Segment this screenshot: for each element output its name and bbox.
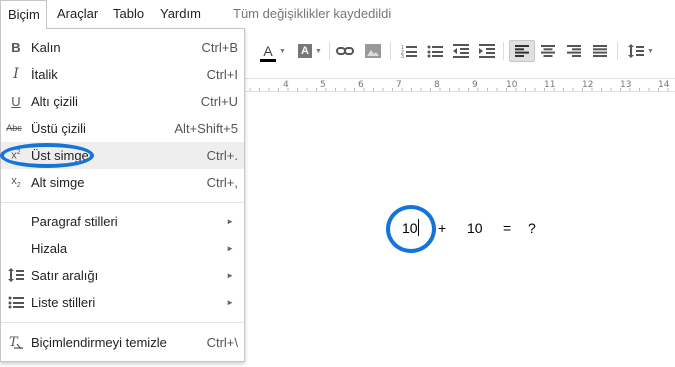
line-spacing-button[interactable]: ▼ [624, 40, 658, 62]
doc-token: 10 [467, 220, 483, 236]
underline-icon: U [11, 93, 21, 109]
menu-item-clear-formatting[interactable]: T Biçimlendirmeyi temizle Ctrl+\ [1, 329, 244, 356]
menu-item-label: Hizala [31, 241, 68, 256]
menu-item-label: Üstü çizili [31, 121, 86, 136]
submenu-arrow-icon: ► [226, 298, 234, 307]
menu-item-paragraph-styles[interactable]: Paragraf stilleri ► [1, 208, 244, 235]
menu-item-label: Satır aralığı [31, 268, 99, 283]
ruler-number: 4 [283, 80, 289, 90]
menu-item-shortcut: Ctrl+B [201, 40, 238, 55]
save-status: Tüm değişiklikler kaydedildi [233, 6, 392, 21]
menu-item-label: Altı çizili [31, 94, 78, 109]
highlight-icon: A [298, 44, 313, 58]
menu-item-label: İtalik [31, 67, 58, 82]
image-button[interactable] [362, 40, 384, 62]
svg-text:T: T [9, 335, 19, 349]
ruler-number: 11 [544, 80, 556, 90]
line-spacing-icon [628, 44, 645, 58]
align-center-icon [541, 45, 555, 57]
text-color-button[interactable]: A ▼ [253, 40, 293, 62]
menu-item-bold[interactable]: B Kalın Ctrl+B [1, 34, 244, 61]
align-center-button[interactable] [537, 40, 559, 62]
ruler-number: 7 [396, 80, 402, 90]
ruler-number: 9 [472, 80, 478, 90]
increase-indent-button[interactable] [476, 40, 498, 62]
ruler-number: 10 [506, 80, 518, 90]
decrease-indent-button[interactable] [450, 40, 472, 62]
menu-item-label: Liste stilleri [31, 295, 96, 310]
menu-format[interactable]: Biçim [0, 0, 47, 29]
link-button[interactable] [334, 40, 356, 62]
menu-item-label: Biçimlendirmeyi temizle [31, 335, 167, 350]
svg-text:3: 3 [401, 54, 404, 58]
doc-token: ? [528, 220, 536, 236]
doc-token: = [503, 220, 512, 236]
menu-tools[interactable]: Araçlar [57, 6, 98, 21]
list-icon [7, 294, 25, 310]
menu-item-italic[interactable]: I İtalik Ctrl+I [1, 61, 244, 88]
ruler-number: 14 [658, 80, 670, 90]
menu-table[interactable]: Tablo [113, 6, 144, 21]
align-left-icon [515, 45, 529, 57]
menu-help[interactable]: Yardım [160, 6, 201, 21]
submenu-arrow-icon: ► [226, 244, 234, 253]
menu-item-shortcut: Ctrl+, [206, 175, 238, 190]
text-color-icon: A [263, 43, 273, 59]
justify-button[interactable] [589, 40, 611, 62]
bulleted-list-icon [427, 45, 443, 58]
submenu-arrow-icon: ► [226, 271, 234, 280]
menu-item-shortcut: Ctrl+I [206, 67, 238, 82]
menu-item-shortcut: Ctrl+U [200, 94, 238, 109]
ruler-number: 6 [358, 80, 364, 90]
link-icon [336, 47, 354, 55]
ruler-number: 5 [320, 80, 326, 90]
ruler-number: 12 [582, 80, 594, 90]
line-spacing-icon [7, 267, 25, 283]
menu-item-strikethrough[interactable]: Abc Üstü çizili Alt+Shift+5 [1, 115, 244, 142]
menu-item-shortcut: Alt+Shift+5 [174, 121, 238, 136]
increase-indent-icon [479, 44, 495, 58]
ruler-number: 8 [434, 80, 440, 90]
numbered-list-button[interactable]: 123 [398, 40, 420, 62]
format-menu: B Kalın Ctrl+B I İtalik Ctrl+I U Altı çi… [0, 28, 245, 362]
annotation-circle [0, 143, 94, 168]
align-left-button[interactable] [509, 40, 535, 62]
bulleted-list-button[interactable] [424, 40, 446, 62]
subscript-icon: x2 [11, 174, 21, 190]
numbered-list-icon: 123 [401, 45, 417, 58]
submenu-arrow-icon: ► [226, 217, 234, 226]
ruler-number: 13 [620, 80, 632, 90]
italic-icon: I [13, 66, 19, 82]
doc-token: + [438, 220, 447, 236]
menu-item-list-styles[interactable]: Liste stilleri ► [1, 289, 244, 316]
menu-item-underline[interactable]: U Altı çizili Ctrl+U [1, 88, 244, 115]
image-icon [365, 44, 381, 58]
menu-item-label: Alt simge [31, 175, 85, 190]
bold-icon: B [11, 39, 21, 55]
menu-bar: Biçim Araçlar Tablo Yardım Tüm değişikli… [0, 0, 675, 29]
menu-item-align[interactable]: Hizala ► [1, 235, 244, 262]
menu-item-subscript[interactable]: x2 Alt simge Ctrl+, [1, 169, 244, 196]
strikethrough-icon: Abc [6, 123, 22, 133]
align-right-icon [567, 45, 581, 57]
justify-icon [593, 45, 607, 57]
highlight-color-button[interactable]: A ▼ [293, 40, 327, 62]
decrease-indent-icon [453, 44, 469, 58]
clear-formatting-icon: T [7, 334, 25, 350]
menu-item-label: Paragraf stilleri [31, 214, 118, 229]
menu-item-label: Kalın [31, 40, 61, 55]
menu-item-shortcut: Ctrl+. [206, 148, 238, 163]
menu-item-line-spacing[interactable]: Satır aralığı ► [1, 262, 244, 289]
menu-item-shortcut: Ctrl+\ [206, 335, 238, 350]
annotation-circle [386, 205, 436, 253]
align-right-button[interactable] [563, 40, 585, 62]
